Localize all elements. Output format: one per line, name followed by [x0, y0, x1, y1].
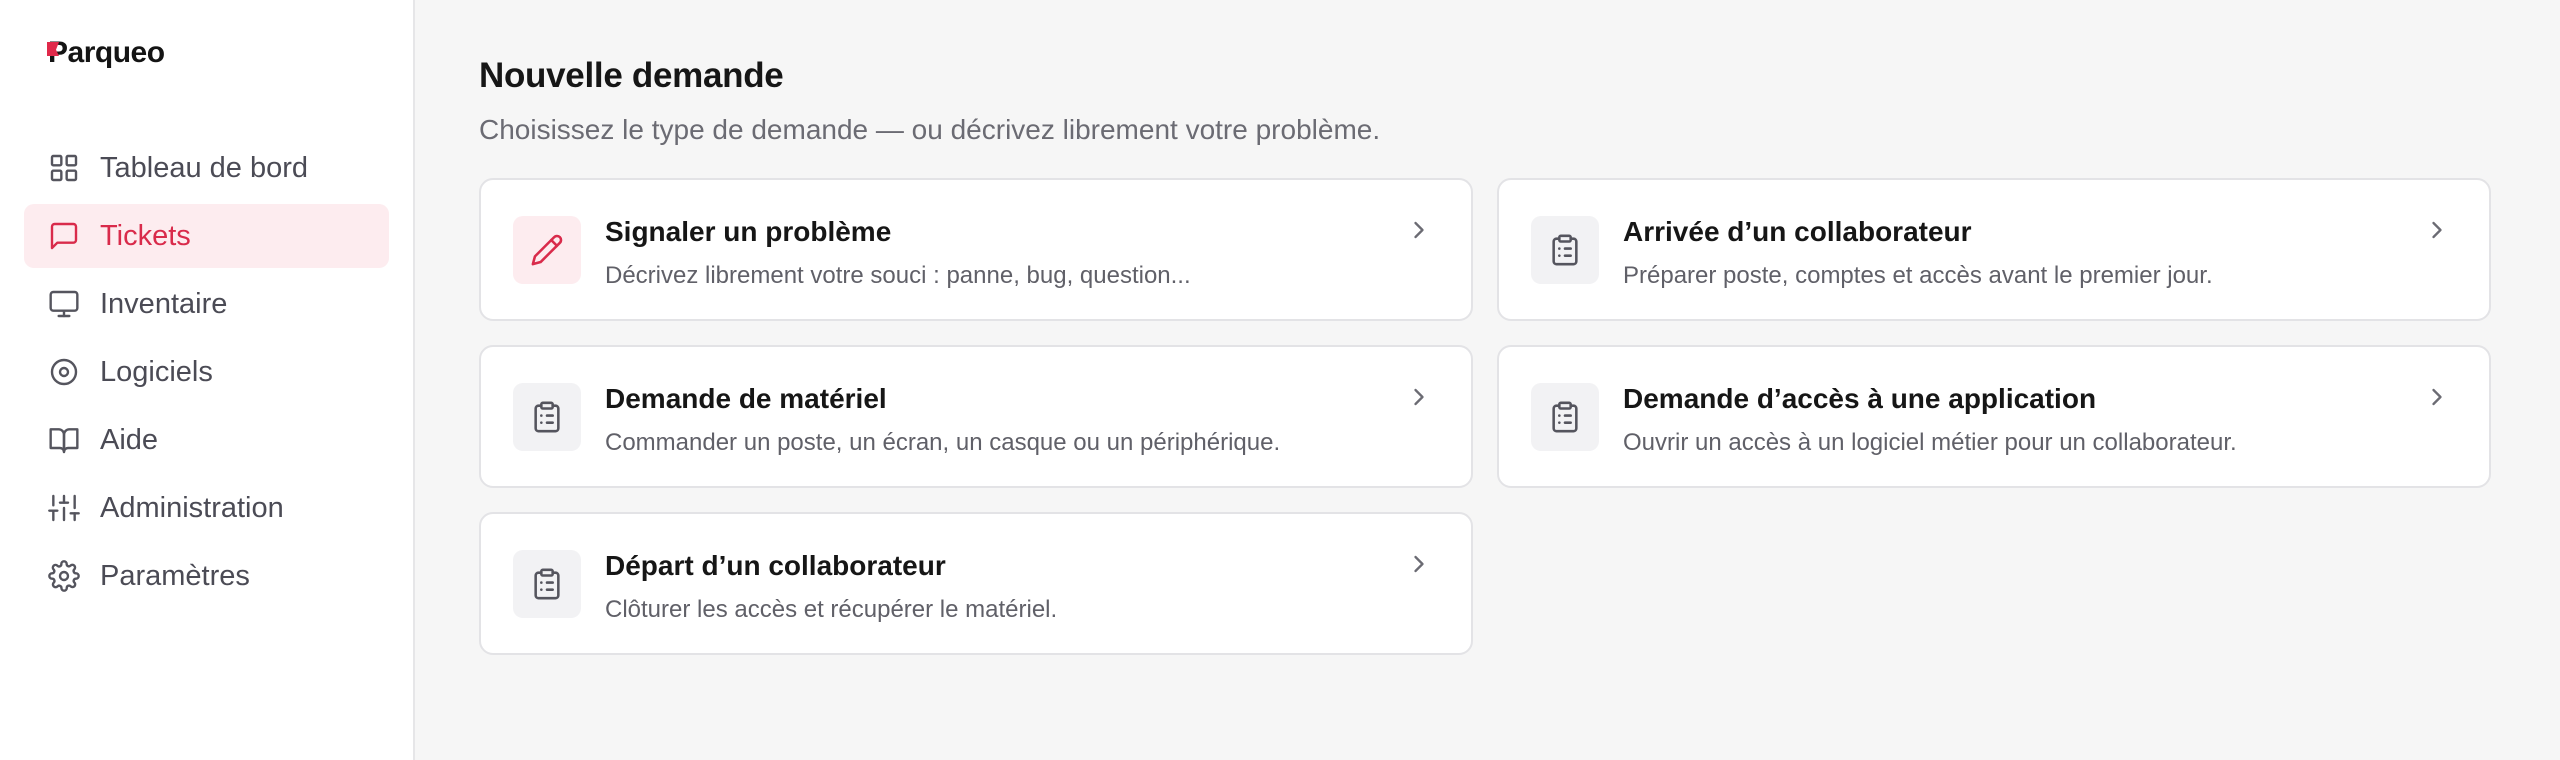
card-signaler-probleme[interactable]: Signaler un problème Décrivez librement …: [479, 178, 1473, 321]
sidebar-nav: Tableau de bord Tickets Inventaire Logic…: [24, 136, 389, 608]
page-title: Nouvelle demande: [479, 56, 784, 95]
book-open-icon: [48, 424, 80, 456]
chevron-right-icon: [1414, 388, 1424, 406]
clipboard-icon: [513, 550, 581, 618]
sidebar-item-label: Inventaire: [100, 287, 228, 320]
card-title: Départ d’un collaborateur: [605, 550, 946, 581]
dashboard-grid-icon: [48, 152, 80, 184]
sidebar-item-parametres[interactable]: Paramètres: [24, 544, 389, 608]
chevron-right-icon: [2432, 388, 2442, 406]
sidebar-item-tickets[interactable]: Tickets: [24, 204, 389, 268]
main-content: Nouvelle demande Choisissez le type de d…: [415, 0, 2560, 760]
card-demande-acces-application[interactable]: Demande d’accès à une application Ouvrir…: [1497, 345, 2491, 488]
pencil-icon: [513, 216, 581, 284]
sidebar-item-tableau-de-bord[interactable]: Tableau de bord: [24, 136, 389, 200]
chevron-right-icon: [1414, 555, 1424, 573]
card-description: Ouvrir un accès à un logiciel métier pou…: [1623, 429, 2237, 456]
sidebar-item-label: Administration: [100, 491, 284, 524]
card-depart-collaborateur[interactable]: Départ d’un collaborateur Clôturer les a…: [479, 512, 1473, 655]
app-logo[interactable]: Parqueo: [47, 26, 389, 80]
card-description: Préparer poste, comptes et accès avant l…: [1623, 262, 2213, 289]
sidebar-item-inventaire[interactable]: Inventaire: [24, 272, 389, 336]
sidebar-item-aide[interactable]: Aide: [24, 408, 389, 472]
sidebar-item-administration[interactable]: Administration: [24, 476, 389, 540]
card-demande-materiel[interactable]: Demande de matériel Commander un poste, …: [479, 345, 1473, 488]
card-title: Demande de matériel: [605, 383, 887, 414]
sidebar-item-logiciels[interactable]: Logiciels: [24, 340, 389, 404]
card-title: Arrivée d’un collaborateur: [1623, 216, 1972, 247]
message-square-icon: [48, 220, 80, 252]
clipboard-icon: [513, 383, 581, 451]
monitor-icon: [48, 288, 80, 320]
clipboard-icon: [1531, 216, 1599, 284]
chevron-right-icon: [1414, 221, 1424, 239]
sliders-icon: [48, 492, 80, 524]
request-type-grid: Signaler un problème Décrivez librement …: [479, 178, 2496, 655]
sidebar-item-label: Tickets: [100, 219, 191, 252]
brand-name: Parqueo: [48, 36, 165, 69]
card-description: Commander un poste, un écran, un casque …: [605, 429, 1281, 456]
gear-icon: [48, 560, 80, 592]
sidebar-item-label: Tableau de bord: [100, 151, 308, 184]
chevron-right-icon: [2432, 221, 2442, 239]
sidebar: Parqueo Tableau de bord Tickets Inventai…: [0, 0, 415, 760]
card-description: Clôturer les accès et récupérer le matér…: [605, 596, 1058, 623]
sidebar-item-label: Paramètres: [100, 559, 250, 592]
sidebar-item-label: Logiciels: [100, 355, 213, 388]
card-description: Décrivez librement votre souci : panne, …: [605, 262, 1191, 289]
card-title: Signaler un problème: [605, 216, 892, 247]
page-subtitle: Choisissez le type de demande — ou décri…: [479, 114, 1381, 145]
sidebar-item-label: Aide: [100, 423, 159, 456]
clipboard-icon: [1531, 383, 1599, 451]
card-title: Demande d’accès à une application: [1623, 383, 2097, 414]
disc-icon: [48, 356, 80, 388]
card-arrivee-collaborateur[interactable]: Arrivée d’un collaborateur Préparer post…: [1497, 178, 2491, 321]
